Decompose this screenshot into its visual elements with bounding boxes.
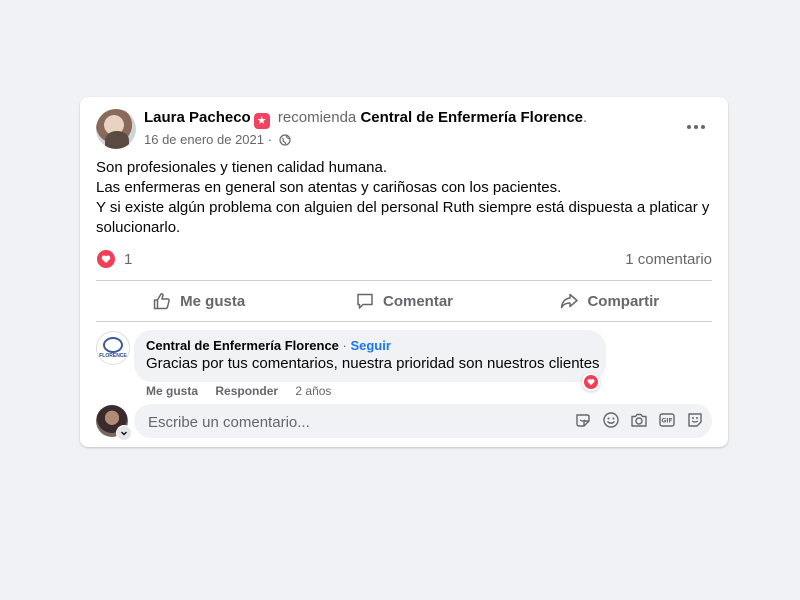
post-line: Son profesionales y tienen calidad human… [96, 159, 388, 176]
comment-text: Gracias por tus comentarios, nuestra pri… [146, 355, 600, 372]
comment-count-link[interactable]: 1 comentario [625, 251, 712, 268]
share-button-label: Compartir [587, 292, 660, 310]
like-button[interactable]: Me gusta [96, 281, 301, 321]
post-body: Son profesionales y tienen calidad human… [96, 158, 716, 238]
reaction-count-group[interactable]: 1 [96, 249, 132, 269]
post-header: Laura Pacheco ★ recomienda Central de Enf… [144, 108, 587, 129]
divider [96, 321, 712, 322]
recommendation-post: Laura Pacheco ★ recomienda Central de Enf… [80, 97, 728, 447]
date-separator: · [264, 132, 276, 147]
post-actions: Me gusta Comentar Compartir [96, 281, 712, 321]
love-reaction-icon [96, 249, 116, 269]
like-button-label: Me gusta [180, 292, 246, 310]
post-line: Las enfermeras en general son atentas y … [96, 179, 562, 196]
like-icon [153, 293, 171, 310]
comment-button[interactable]: Comentar [301, 281, 506, 321]
author-name[interactable]: Laura Pacheco [144, 109, 251, 126]
comment-author[interactable]: Central de Enfermería Florence [146, 338, 339, 353]
comment-age[interactable]: 2 años [295, 384, 331, 398]
share-icon [561, 293, 579, 309]
post-line: Y si existe algún problema con alguien d… [96, 199, 710, 236]
emoji-icon[interactable] [602, 411, 620, 429]
recommend-verb: recomienda [277, 109, 357, 126]
love-reaction-icon [584, 375, 598, 389]
comment-like-link[interactable]: Me gusta [146, 384, 198, 398]
comment-reply-link[interactable]: Responder [215, 384, 278, 398]
page-logo-text: FLORENCE [99, 353, 127, 359]
svg-text:GIF: GIF [661, 418, 672, 425]
globe-icon [278, 134, 291, 146]
follow-link[interactable]: Seguir [350, 338, 390, 353]
author-avatar[interactable] [96, 109, 136, 149]
more-options-icon[interactable] [680, 111, 712, 143]
reaction-count: 1 [124, 250, 133, 268]
composer-tools: GIF [574, 411, 704, 429]
page-link[interactable]: Central de Enfermería Florence [360, 109, 583, 126]
comment-composer: GIF [134, 404, 712, 440]
comment-button-label: Comentar [382, 292, 453, 310]
comment-input[interactable] [146, 404, 550, 440]
top-fan-badge-icon: ★ [253, 113, 270, 129]
sticker-icon[interactable] [574, 411, 592, 429]
comment-icon [357, 293, 373, 309]
avatar-sticker-icon[interactable] [686, 411, 704, 429]
comment-bubble: Central de Enfermería Florence · Seguir … [134, 330, 606, 382]
camera-icon[interactable] [630, 411, 648, 429]
comment-header: Central de Enfermería Florence · Seguir [146, 338, 594, 354]
page-avatar[interactable]: FLORENCE [96, 331, 130, 365]
comment-separator: · [338, 338, 351, 353]
page-logo-icon [103, 337, 123, 353]
reactions-summary: 1 1 comentario [96, 247, 712, 271]
post-date[interactable]: 16 de enero de 2021 [144, 132, 264, 147]
comment-actions: Me gusta Responder 2 años [146, 383, 331, 399]
comment-love-reaction-icon[interactable] [582, 373, 600, 391]
gif-icon[interactable]: GIF [658, 411, 676, 429]
header-period: . [583, 109, 588, 126]
post-meta: 16 de enero de 2021 · [144, 131, 291, 149]
chevron-down-icon[interactable] [116, 425, 132, 441]
share-button[interactable]: Compartir [507, 281, 712, 321]
